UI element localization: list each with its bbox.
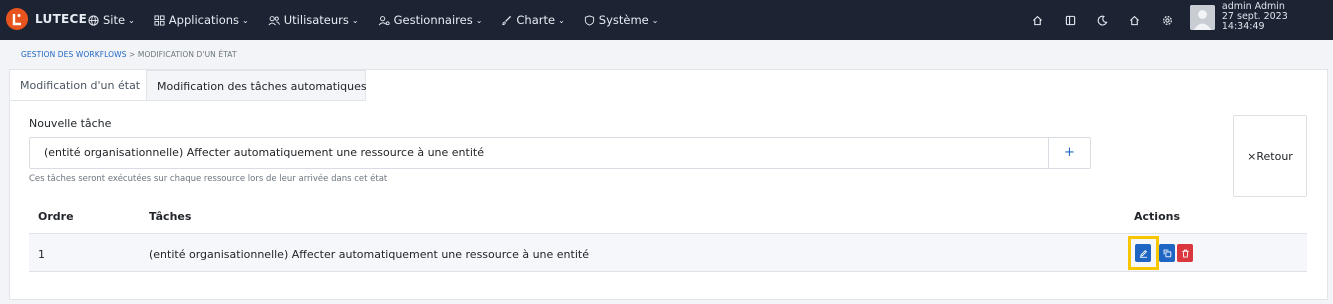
- add-task-button[interactable]: +: [1048, 137, 1091, 169]
- breadcrumb-separator: >: [129, 50, 136, 59]
- row-task: (entité organisationnelle) Affecter auto…: [149, 248, 589, 261]
- users-icon: [268, 15, 280, 25]
- user-datetime: 27 sept. 2023 14:34:49: [1221, 11, 1288, 32]
- tab-modification-etat[interactable]: Modification d'un état: [10, 70, 147, 101]
- column-header-actions: Actions: [1134, 210, 1180, 223]
- menu-systeme[interactable]: Système ⌄: [584, 13, 659, 27]
- home-icon[interactable]: [1030, 13, 1044, 27]
- chevron-down-icon: ⌄: [351, 15, 359, 25]
- new-task-help: Ces tâches seront exécutées sur chaque r…: [29, 174, 388, 184]
- avatar: [1190, 4, 1215, 30]
- column-header-order: Ordre: [38, 210, 74, 223]
- menu-site[interactable]: Site ⌄: [88, 13, 135, 27]
- user-menu[interactable]: admin Admin 27 sept. 2023 14:34:49: [1190, 2, 1333, 32]
- tab-taches-automatiques[interactable]: Modification des tâches automatiques: [147, 70, 367, 101]
- row-order: 1: [38, 248, 45, 261]
- back-button[interactable]: × Retour: [1233, 115, 1307, 197]
- column-header-tasks: Tâches: [149, 210, 192, 223]
- brush-icon: [502, 15, 512, 25]
- menu-site-label: Site: [103, 13, 126, 27]
- close-icon: ×: [1247, 149, 1257, 163]
- shield-icon: [584, 14, 594, 26]
- brand[interactable]: LUTECE: [6, 8, 87, 30]
- layout-icon[interactable]: [1063, 13, 1077, 27]
- state-edit-card: Modification d'un état Modification des …: [9, 69, 1328, 300]
- apps-icon: [154, 14, 165, 26]
- globe-icon: [88, 14, 99, 26]
- chevron-down-icon: ⌄: [651, 15, 659, 25]
- menu-applications-label: Applications: [168, 13, 240, 27]
- lutece-logo-icon: [6, 8, 28, 30]
- menu-gestionnaires-label: Gestionnaires: [393, 13, 473, 27]
- menu-applications[interactable]: Applications ⌄: [154, 13, 249, 27]
- copy-task-button[interactable]: [1159, 244, 1175, 262]
- tabs: Modification d'un état Modification des …: [10, 70, 367, 101]
- chevron-down-icon: ⌄: [475, 15, 483, 25]
- menu-utilisateurs-label: Utilisateurs: [283, 13, 349, 27]
- breadcrumb: GESTION DES WORKFLOWS > MODIFICATION D'U…: [21, 50, 237, 59]
- user-cog-icon: [378, 15, 390, 25]
- breadcrumb-gestion-workflows[interactable]: GESTION DES WORKFLOWS: [21, 50, 127, 59]
- home-icon[interactable]: [1127, 13, 1141, 27]
- delete-task-button[interactable]: [1177, 244, 1193, 262]
- copy-icon: [1163, 249, 1171, 257]
- new-task-label: Nouvelle tâche: [29, 117, 112, 130]
- chevron-down-icon: ⌄: [242, 15, 249, 25]
- top-navbar: LUTECE Site ⌄ Applications ⌄ Utilisateurs ⌄…: [0, 0, 1333, 40]
- new-task-select[interactable]: (entité organisationnelle) Affecter auto…: [29, 137, 1049, 169]
- moon-icon[interactable]: [1095, 13, 1109, 27]
- trash-icon: [1181, 249, 1189, 258]
- edit-task-button[interactable]: [1135, 244, 1151, 262]
- brand-name: LUTECE: [35, 12, 88, 26]
- breadcrumb-current: MODIFICATION D'UN ÉTAT: [137, 50, 237, 59]
- chevron-down-icon: ⌄: [128, 15, 135, 25]
- edit-icon: [1139, 249, 1147, 258]
- menu-utilisateurs[interactable]: Utilisateurs ⌄: [268, 13, 359, 27]
- main-menu: Site ⌄ Applications ⌄ Utilisateurs ⌄ Gestio…: [88, 0, 677, 40]
- menu-charte[interactable]: Charte ⌄: [501, 13, 565, 27]
- user-info: admin Admin 27 sept. 2023 14:34:49: [1222, 2, 1333, 32]
- chevron-down-icon: ⌄: [558, 15, 565, 25]
- gear-icon[interactable]: [1160, 13, 1174, 27]
- back-button-label: Retour: [1256, 149, 1293, 163]
- menu-charte-label: Charte: [516, 13, 556, 27]
- menu-gestionnaires[interactable]: Gestionnaires ⌄: [378, 13, 483, 27]
- menu-systeme-label: Système: [598, 13, 649, 27]
